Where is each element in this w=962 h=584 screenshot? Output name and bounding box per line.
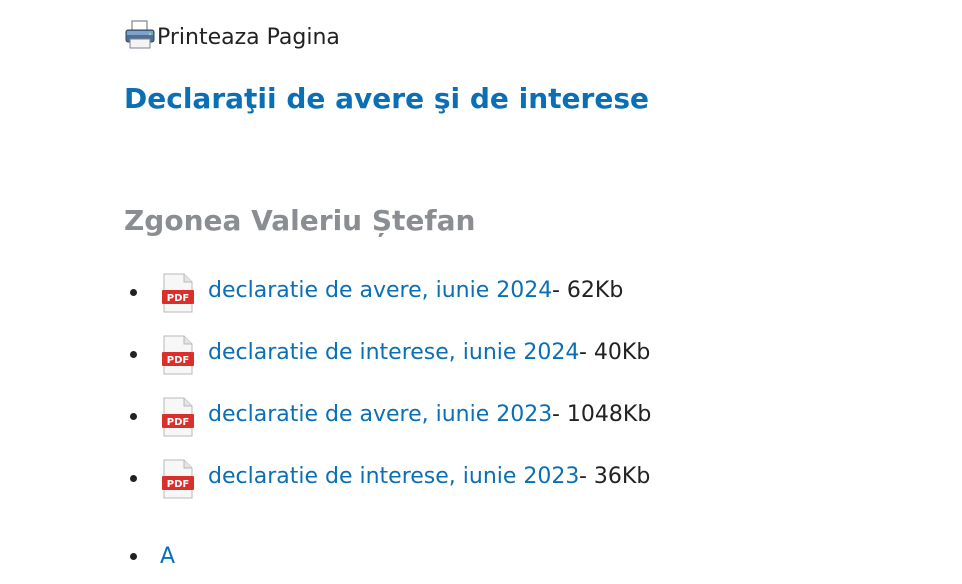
print-page-label: Printeaza Pagina <box>157 25 340 50</box>
letter-a-link[interactable]: A <box>160 544 175 569</box>
file-size: - 36Kb <box>579 464 651 489</box>
print-page-link[interactable]: Printeaza Pagina <box>124 20 340 50</box>
printer-icon <box>125 20 155 49</box>
svg-text:PDF: PDF <box>167 417 189 428</box>
bullet-icon <box>130 553 137 560</box>
document-link[interactable]: declaratie de avere, iunie 2024 <box>208 278 552 303</box>
page-title: Declaraţii de avere şi de interese <box>124 82 649 115</box>
file-size: - 1048Kb <box>552 402 652 427</box>
bullet-icon <box>130 475 137 482</box>
document-link[interactable]: declaratie de interese, iunie 2024 <box>208 340 579 365</box>
pdf-file-icon[interactable]: PDF <box>161 335 195 375</box>
bullet-icon <box>130 351 137 358</box>
svg-text:PDF: PDF <box>167 293 189 304</box>
pdf-file-icon[interactable]: PDF <box>161 273 195 313</box>
file-size: - 62Kb <box>552 278 624 303</box>
bullet-icon <box>130 413 137 420</box>
document-link[interactable]: declaratie de interese, iunie 2023 <box>208 464 579 489</box>
person-name: Zgonea Valeriu Ștefan <box>124 204 476 237</box>
file-size: - 40Kb <box>579 340 651 365</box>
document-link[interactable]: declaratie de avere, iunie 2023 <box>208 402 552 427</box>
bullet-icon <box>130 289 137 296</box>
pdf-file-icon[interactable]: PDF <box>161 397 195 437</box>
svg-text:PDF: PDF <box>167 355 189 366</box>
pdf-file-icon[interactable]: PDF <box>161 459 195 499</box>
svg-text:PDF: PDF <box>167 479 189 490</box>
